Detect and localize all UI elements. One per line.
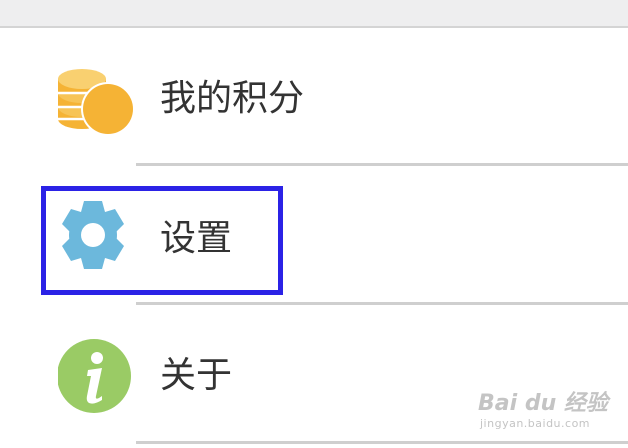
- menu-item-settings[interactable]: 设置: [0, 167, 628, 303]
- divider: [136, 302, 628, 305]
- top-divider: [0, 26, 628, 28]
- top-band: [0, 0, 628, 26]
- divider: [136, 163, 628, 166]
- menu-item-label: 我的积分: [160, 78, 305, 119]
- divider: [136, 441, 628, 444]
- menu-item-about[interactable]: 关于: [0, 306, 628, 442]
- coins-icon: [56, 59, 136, 139]
- info-icon: [57, 338, 138, 418]
- menu-item-label: 关于: [160, 355, 233, 396]
- gear-icon: [57, 197, 137, 277]
- menu-item-my-points[interactable]: 我的积分: [0, 29, 628, 165]
- menu-item-label: 设置: [160, 218, 233, 259]
